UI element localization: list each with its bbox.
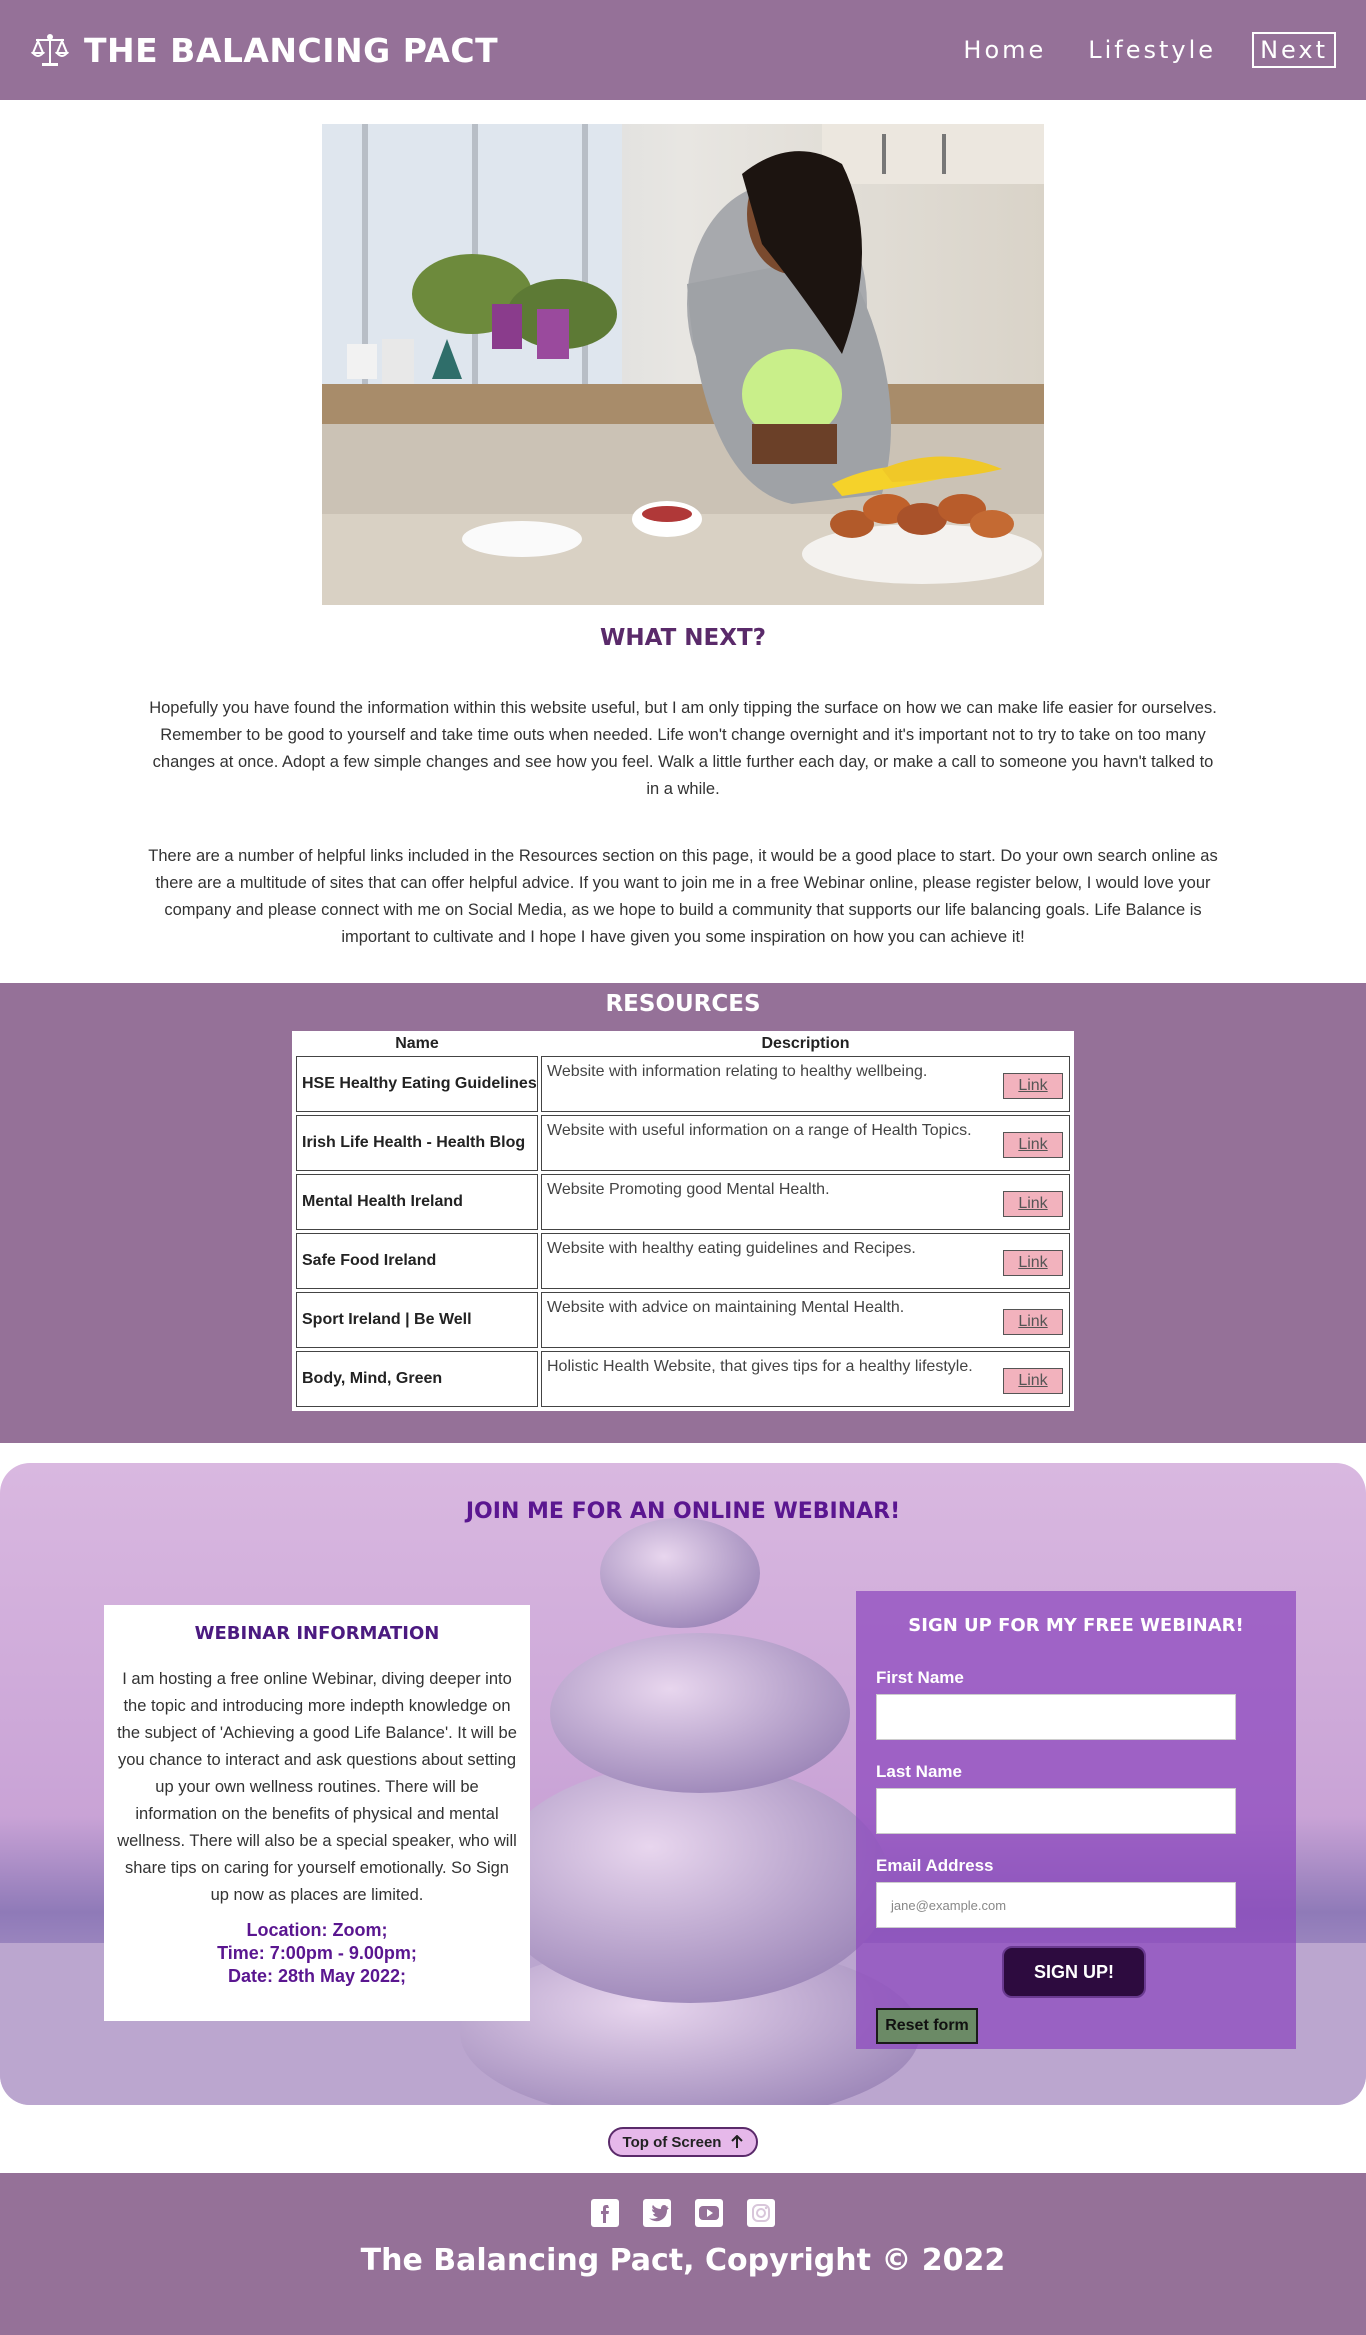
email-field[interactable]: jane@example.com bbox=[876, 1882, 1236, 1928]
column-header-description: Description bbox=[761, 1035, 850, 1052]
webinar-info-title: WEBINAR INFORMATION bbox=[194, 1623, 440, 1644]
youtube-icon[interactable] bbox=[695, 2199, 723, 2227]
resource-name: HSE Healthy Eating Guidelines bbox=[296, 1056, 538, 1112]
webinar-time: Time: 7:00pm - 9.00pm; bbox=[217, 1943, 417, 1963]
resource-description: Website with advice on maintaining Menta… bbox=[547, 1299, 905, 1316]
webinar-title: JOIN ME FOR AN ONLINE WEBINAR! bbox=[465, 1499, 901, 1524]
table-row: Sport Ireland | Be Well Website with adv… bbox=[296, 1292, 1070, 1348]
table-row: HSE Healthy Eating Guidelines Website wi… bbox=[296, 1056, 1070, 1112]
facebook-icon[interactable] bbox=[591, 2199, 619, 2227]
brand-title: THE BALANCING PACT bbox=[84, 30, 499, 70]
arrow-up-icon bbox=[731, 2135, 744, 2148]
resource-description-cell: Website Promoting good Mental Health. Lin… bbox=[541, 1174, 1070, 1230]
resource-description: Website with information relating to hea… bbox=[547, 1063, 928, 1080]
nav-next[interactable]: Next bbox=[1252, 32, 1336, 68]
resource-link-button[interactable]: Link bbox=[1003, 1132, 1063, 1158]
resource-description-cell: Website with useful information on a ran… bbox=[541, 1115, 1070, 1171]
twitter-icon[interactable] bbox=[643, 2199, 671, 2227]
hero-image bbox=[322, 124, 1044, 605]
resource-description: Website with useful information on a ran… bbox=[547, 1122, 972, 1139]
nav-lifestyle[interactable]: Lifestyle bbox=[1082, 34, 1222, 66]
resource-name: Safe Food Ireland bbox=[296, 1233, 538, 1289]
resource-description-cell: Website with healthy eating guidelines a… bbox=[541, 1233, 1070, 1289]
column-header-name: Name bbox=[395, 1035, 439, 1052]
table-row: Irish Life Health - Health Blog Website … bbox=[296, 1115, 1070, 1171]
signup-title: SIGN UP FOR MY FREE WEBINAR! bbox=[908, 1615, 1244, 1636]
what-next-title: WHAT NEXT? bbox=[599, 625, 767, 651]
webinar-location: Location: Zoom; bbox=[246, 1920, 388, 1940]
resource-description: Website Promoting good Mental Health. bbox=[547, 1181, 830, 1198]
resource-link-button[interactable]: Link bbox=[1003, 1368, 1063, 1394]
first-name-field[interactable] bbox=[876, 1694, 1236, 1740]
hero-wrapper bbox=[0, 100, 1366, 605]
resource-link-button[interactable]: Link bbox=[1003, 1073, 1063, 1099]
resource-description: Holistic Health Website, that gives tips… bbox=[547, 1358, 973, 1375]
top-of-screen-button[interactable]: Top of Screen bbox=[608, 2127, 758, 2157]
balance-scale-icon bbox=[30, 34, 70, 66]
last-name-field[interactable] bbox=[876, 1788, 1236, 1834]
resources-section: RESOURCES Name Description HSE Healthy E… bbox=[0, 983, 1366, 1443]
table-row: Body, Mind, Green Holistic Health Websit… bbox=[296, 1351, 1070, 1407]
top-button-wrapper: Top of Screen bbox=[0, 2127, 1366, 2157]
resources-title: RESOURCES bbox=[605, 991, 761, 1017]
copyright-text: The Balancing Pact, Copyright © 2022 bbox=[360, 2243, 1006, 2278]
resource-name: Mental Health Ireland bbox=[296, 1174, 538, 1230]
resource-link-button[interactable]: Link bbox=[1003, 1250, 1063, 1276]
signup-button[interactable]: SIGN UP! bbox=[1002, 1946, 1146, 1998]
signup-form: SIGN UP FOR MY FREE WEBINAR! First Name … bbox=[856, 1591, 1296, 2049]
resource-description: Website with healthy eating guidelines a… bbox=[547, 1240, 916, 1257]
nav-home[interactable]: Home bbox=[957, 34, 1052, 66]
site-footer: The Balancing Pact, Copyright © 2022 bbox=[0, 2173, 1366, 2335]
resource-description-cell: Website with advice on maintaining Menta… bbox=[541, 1292, 1070, 1348]
webinar-date: Date: 28th May 2022; bbox=[227, 1966, 407, 1986]
table-row: Mental Health Ireland Website Promoting … bbox=[296, 1174, 1070, 1230]
resources-table: Name Description HSE Healthy Eating Guid… bbox=[292, 1031, 1074, 1411]
resource-name: Body, Mind, Green bbox=[296, 1351, 538, 1407]
resource-link-button[interactable]: Link bbox=[1003, 1309, 1063, 1335]
social-links bbox=[0, 2199, 1366, 2227]
table-row: Safe Food Ireland Website with healthy e… bbox=[296, 1233, 1070, 1289]
webinar-section: JOIN ME FOR AN ONLINE WEBINAR! WEBINAR I… bbox=[0, 1463, 1366, 2105]
resource-link-button[interactable]: Link bbox=[1003, 1191, 1063, 1217]
email-label: Email Address bbox=[876, 1856, 994, 1875]
resource-description-cell: Website with information relating to hea… bbox=[541, 1056, 1070, 1112]
reset-form-button[interactable]: Reset form bbox=[876, 2008, 978, 2044]
site-header: THE BALANCING PACT Home Lifestyle Next bbox=[0, 0, 1366, 100]
instagram-icon[interactable] bbox=[747, 2199, 775, 2227]
brand[interactable]: THE BALANCING PACT bbox=[30, 31, 498, 70]
main-nav: Home Lifestyle Next bbox=[957, 32, 1336, 68]
webinar-info-text: I am hosting a free online Webinar, divi… bbox=[117, 1670, 517, 1904]
webinar-info-card: WEBINAR INFORMATION I am hosting a free … bbox=[104, 1605, 530, 2021]
first-name-label: First Name bbox=[876, 1668, 964, 1687]
webinar-details: Location: Zoom; Time: 7:00pm - 9.00pm; D… bbox=[114, 1919, 520, 1988]
resource-name: Irish Life Health - Health Blog bbox=[296, 1115, 538, 1171]
resource-description-cell: Holistic Health Website, that gives tips… bbox=[541, 1351, 1070, 1407]
what-next-paragraph-2: There are a number of helpful links incl… bbox=[148, 847, 1218, 946]
top-of-screen-label: Top of Screen bbox=[622, 2133, 722, 2151]
last-name-label: Last Name bbox=[876, 1762, 962, 1781]
resource-name: Sport Ireland | Be Well bbox=[296, 1292, 538, 1348]
what-next-paragraph-1: Hopefully you have found the information… bbox=[149, 699, 1217, 798]
